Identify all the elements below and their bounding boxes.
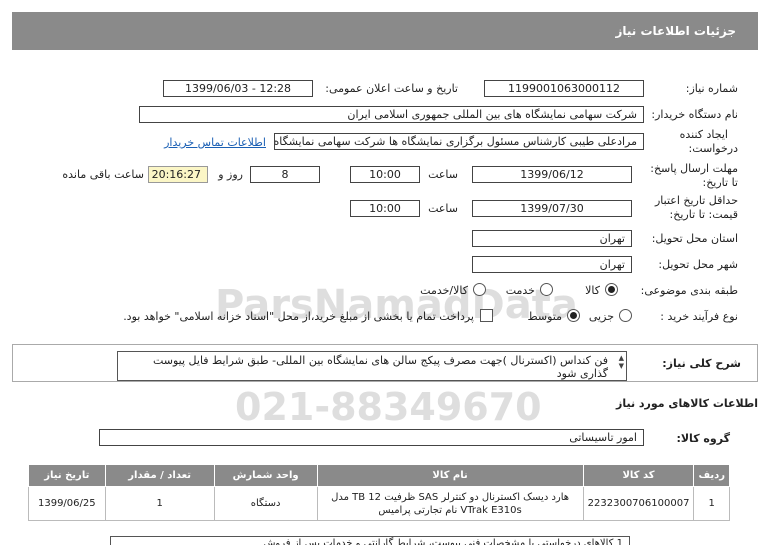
goods-table-header: ردیف کد کالا نام کالا واحد شمارش تعداد /… [28,464,730,487]
announce-field: 1399/06/03 - 12:28 [163,80,313,97]
city-field: تهران [472,256,632,273]
cell-name-line-1: هارد دیسک اکسترنال دو کنترلر SAS ظرفیت 1… [331,491,570,503]
category-radio-service[interactable] [540,283,553,296]
creator-label-1: ایجاد کننده [679,128,728,141]
cell-code: 2232300706100007 [582,486,695,521]
description-textarea[interactable]: ▲ ▼ فن کنداس (اکسترنال )جهت مصرف پیکج سال… [117,351,627,381]
cell-row: 1 [693,486,730,521]
process-option-medium: متوسط [527,310,562,323]
scroll-arrows-icon[interactable]: ▲ ▼ [619,354,624,370]
province-field: تهران [472,230,632,247]
watermark-phone: 021-88349670 [235,385,542,429]
need-number-label: شماره نیاز: [685,82,738,95]
days-label: روز و [218,168,243,181]
creator-label-2: درخواست: [688,142,738,155]
remaining-time-field: 20:16:27 [148,166,208,183]
col-unit: واحد شمارش [213,464,318,487]
page-header: جزئیات اطلاعات نیاز [12,12,758,50]
description-label: شرح کلی نیاز: [662,357,741,370]
page-title: جزئیات اطلاعات نیاز [615,24,736,38]
buyer-contact-link[interactable]: اطلاعات تماس خریدار [164,136,266,149]
remaining-time-label: ساعت باقی مانده [62,168,144,181]
category-option-service: خدمت [505,284,535,297]
validity-label-2: قیمت: تا تاریخ: [669,208,738,221]
col-name: نام کالا [316,464,584,487]
validity-time-label: ساعت [428,202,458,215]
cell-date: 1399/06/25 [28,486,106,521]
category-option-goods: کالا [585,284,600,297]
process-radio-minor[interactable] [619,309,632,322]
cell-qty: 1 [104,486,215,521]
creator-field: مرادعلی طیبی کارشناس مسئول برگزاری نمایش… [274,133,644,150]
category-label: طبقه بندی موضوعی: [640,284,738,297]
buyer-field: شرکت سهامی نمایشگاه های بین المللی جمهور… [139,106,644,123]
goods-section-title: اطلاعات کالاهای مورد نیاز [616,397,758,410]
deadline-label-2: تا تاریخ: [702,176,738,189]
category-option-both: کالا/خدمت [420,284,468,297]
goods-group-label: گروه کالا: [676,432,730,445]
buyer-notes-box: 1 کالاهای درخواستی با مشخصات فنی پیوست، … [110,536,630,545]
cell-name: هارد دیسک اکسترنال دو کنترلر SAS ظرفیت 1… [316,486,584,521]
province-label: استان محل تحویل: [651,232,738,245]
deadline-date-field: 1399/06/12 [472,166,632,183]
description-text: فن کنداس (اکسترنال )جهت مصرف پیکج سالن ه… [152,354,608,380]
deadline-label-1: مهلت ارسال پاسخ: [650,162,738,175]
payment-note: پرداخت تمام یا بخشی از مبلغ خرید،از محل … [123,310,474,323]
buyer-label: نام دستگاه خریدار: [651,108,738,121]
announce-label: تاریخ و ساعت اعلان عمومی: [325,82,458,95]
category-radio-goods[interactable] [605,283,618,296]
col-date: تاریخ نیاز [28,464,106,487]
form-panel: شماره نیاز: 1199001063000112 تاریخ و ساع… [12,70,758,332]
process-radio-medium[interactable] [567,309,580,322]
goods-group-field: امور تاسیساتی [99,429,644,446]
col-code: کد کالا [582,464,695,487]
city-label: شهر محل تحویل: [658,258,738,271]
need-number-field: 1199001063000112 [484,80,644,97]
deadline-time-field: 10:00 [350,166,420,183]
validity-date-field: 1399/07/30 [472,200,632,217]
process-option-minor: جزیی [588,310,614,323]
days-field: 8 [250,166,320,183]
deadline-time-label: ساعت [428,168,458,181]
category-radio-both[interactable] [473,283,486,296]
col-qty: تعداد / مقدار [104,464,215,487]
validity-label-1: حداقل تاریخ اعتبار [654,194,738,207]
cell-unit: دستگاه [213,486,318,521]
col-row: ردیف [693,464,730,487]
validity-time-field: 10:00 [350,200,420,217]
cell-name-line-2: VTrak E310s نام تجارتی پرامیس [378,504,522,516]
goods-table: ردیف کد کالا نام کالا واحد شمارش تعداد /… [28,464,730,521]
description-panel: شرح کلی نیاز: ▲ ▼ فن کنداس (اکسترنال )جهت… [12,344,758,382]
treasury-checkbox[interactable] [480,309,493,322]
process-label: نوع فرآیند خرید : [660,310,738,323]
table-row: 1 2232300706100007 هارد دیسک اکسترنال دو… [28,486,730,521]
